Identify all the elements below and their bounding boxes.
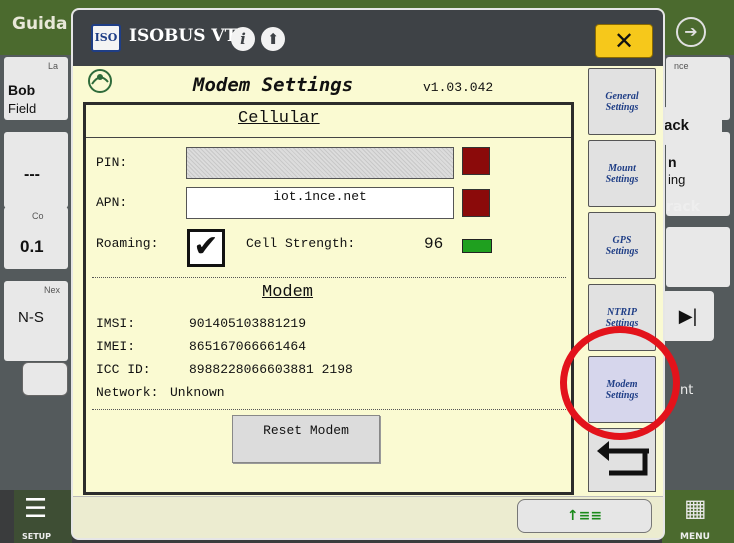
screen-title: Modem Settings <box>193 74 354 96</box>
right-card-text: ing <box>668 172 686 187</box>
highlight-circle <box>560 326 680 440</box>
dialog-title: ISOBUS VT <box>129 26 238 46</box>
cell-strength-label: Cell Strength: <box>246 236 356 251</box>
next-value: N-S <box>18 309 44 326</box>
operator-card[interactable]: La Bob Field <box>4 57 68 120</box>
setup-tab[interactable]: ☰ SETUP <box>14 490 72 543</box>
section-divider <box>86 137 571 138</box>
grid-icon: ▦ <box>684 494 707 522</box>
right-card-text: nt <box>680 383 694 398</box>
status-card[interactable]: --- <box>4 132 68 208</box>
app-right-panel: nce ack n ing rack ▶| nt <box>662 55 734 490</box>
roaming-checkbox[interactable]: ✔ <box>187 229 225 267</box>
coverage-value: 0.1 <box>20 237 44 256</box>
gps-settings-label: GPS <box>612 234 632 246</box>
card-small-label: nce <box>674 61 689 71</box>
apn-label: APN: <box>96 195 128 210</box>
isobus-vt-dialog: ISO ISOBUS VT i ⬆ ✕ Modem Settings v1.03… <box>71 8 665 540</box>
imei-value: 865167066661464 <box>189 339 307 354</box>
field-name: Field <box>8 101 37 116</box>
setup-label: SETUP <box>22 532 52 541</box>
network-label: Network: <box>96 385 159 400</box>
modem-section-title: Modem <box>262 283 314 302</box>
satellite-logo-icon <box>87 68 113 94</box>
close-button[interactable]: ✕ <box>595 24 653 58</box>
icc-id-value: 8988228066603881 2198 <box>189 362 353 377</box>
card-small-label: Nex <box>44 285 61 295</box>
icc-id-label: ICC ID: <box>96 362 151 377</box>
dialog-header: ISO ISOBUS VT i ⬆ ✕ <box>73 10 663 66</box>
dialog-body: Modem Settings v1.03.042 Cellular PIN: A… <box>73 66 663 538</box>
pin-status-indicator <box>462 147 490 175</box>
object-info-icon[interactable]: ⬆ <box>261 27 285 51</box>
next-track-button[interactable]: ▶| <box>662 291 714 341</box>
apn-input[interactable]: iot.1nce.net <box>186 187 454 219</box>
reset-modem-label: Reset Modem <box>263 423 349 438</box>
card-small-label: Co <box>32 211 44 221</box>
version-label: v1.03.042 <box>423 80 494 95</box>
cell-strength-indicator <box>462 239 492 253</box>
ntrip-settings-label: NTRIP <box>606 306 637 318</box>
section-divider <box>92 277 566 278</box>
general-settings-button[interactable]: General Settings <box>588 68 656 135</box>
app-left-panel: La Bob Field --- Co 0.1 Nex N-S <box>0 55 72 490</box>
next-card[interactable]: Nex N-S <box>4 281 68 361</box>
cellular-section-title: Cellular <box>238 109 320 128</box>
general-settings-label: General <box>605 90 639 102</box>
apn-value: iot.1nce.net <box>273 189 367 204</box>
forward-arrow-icon[interactable]: ➔ <box>676 17 706 47</box>
mount-settings-label: Mount <box>608 162 636 174</box>
cell-strength-value: 96 <box>424 235 444 253</box>
menu-tab[interactable]: ▦ MENU <box>662 490 734 543</box>
pin-input[interactable] <box>186 147 454 179</box>
operator-name: Bob <box>8 82 36 98</box>
app-title: Guida <box>12 14 68 34</box>
iso-logo: ISO <box>91 24 121 52</box>
network-value: Unknown <box>170 385 225 400</box>
info-icon[interactable]: i <box>231 27 255 51</box>
settings-panel: Cellular PIN: APN: iot.1nce.net Roaming:… <box>83 102 574 495</box>
mount-settings-label-2: Settings <box>605 173 639 185</box>
imsi-value: 901405103881219 <box>189 316 307 331</box>
imsi-label: IMSI: <box>96 316 136 331</box>
reset-modem-button[interactable]: Reset Modem <box>232 415 380 463</box>
menu-list-icon: ☰ <box>24 494 48 524</box>
implement-button[interactable] <box>22 362 68 396</box>
general-settings-label-2: Settings <box>605 101 639 113</box>
coverage-card[interactable]: Co 0.1 <box>4 207 68 269</box>
section-divider <box>92 409 566 410</box>
right-card-lower[interactable] <box>666 227 730 287</box>
track-header: rack <box>666 199 700 215</box>
pin-label: PIN: <box>96 155 128 170</box>
menu-label: MENU <box>680 532 710 542</box>
gps-settings-label-2: Settings <box>605 245 639 257</box>
status-value: --- <box>24 166 40 183</box>
mount-settings-button[interactable]: Mount Settings <box>588 140 656 207</box>
apn-status-indicator <box>462 189 490 217</box>
imei-label: IMEI: <box>96 339 136 354</box>
gps-settings-button[interactable]: GPS Settings <box>588 212 656 279</box>
roaming-label: Roaming: <box>96 236 159 251</box>
card-small-label: La <box>48 61 59 71</box>
softkey-page-button[interactable]: ↑≡≡ <box>517 499 652 533</box>
right-card-text: n <box>668 154 677 170</box>
